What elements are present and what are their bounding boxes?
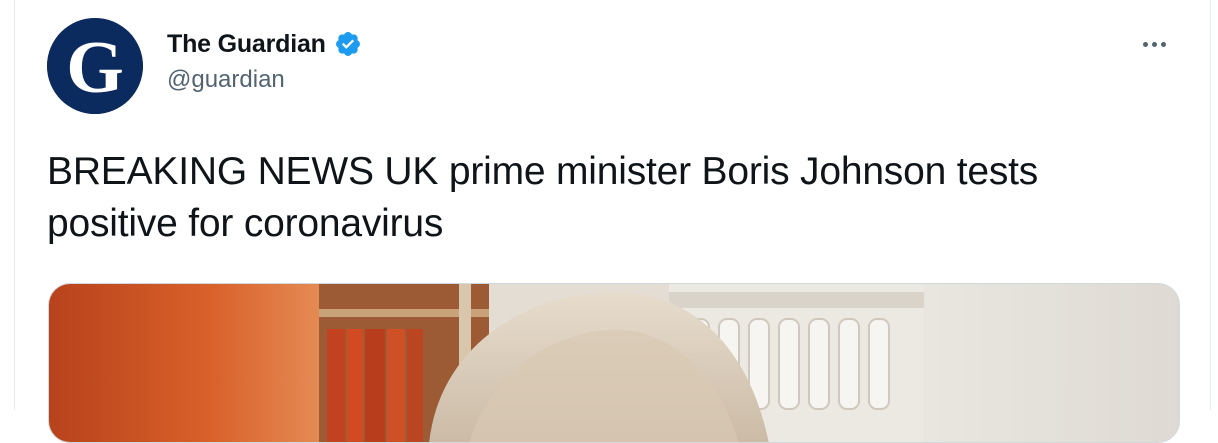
tweet-media-image[interactable]	[48, 283, 1180, 443]
media-photo	[49, 284, 1179, 442]
verified-badge-icon	[334, 30, 362, 58]
more-options-icon	[1142, 41, 1148, 47]
author-block: The Guardian @guardian	[167, 26, 362, 94]
display-name[interactable]: The Guardian	[167, 30, 326, 59]
more-options-icon	[1160, 41, 1166, 47]
more-options-button[interactable]	[1134, 30, 1174, 58]
tweet-text: BREAKING NEWS UK prime minister Boris Jo…	[47, 150, 1039, 245]
display-name-row: The Guardian	[167, 26, 362, 62]
avatar-letter: G	[66, 27, 124, 109]
handle[interactable]: @guardian	[167, 66, 362, 94]
more-options-icon	[1151, 41, 1157, 47]
tweet-card[interactable]: G The Guardian @guardian BREAKING NEWS U…	[14, 0, 1211, 443]
avatar[interactable]: G	[47, 18, 143, 114]
guardian-logo-icon: G	[47, 18, 143, 114]
